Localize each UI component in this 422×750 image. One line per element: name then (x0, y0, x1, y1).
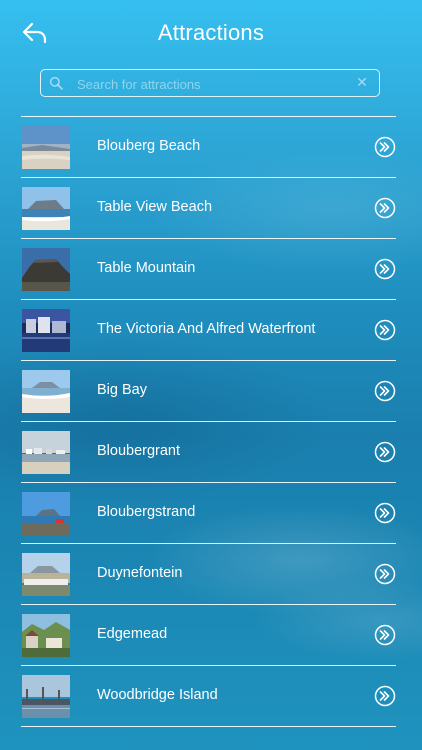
chevron-right-circle-icon[interactable] (374, 624, 396, 646)
island-photo-thumbnail (22, 675, 70, 718)
list-item[interactable]: Woodbridge Island (21, 666, 396, 727)
chevron-right-circle-icon[interactable] (374, 441, 396, 463)
chevron-right-circle-icon[interactable] (374, 319, 396, 341)
search-bar[interactable]: ✕ (40, 69, 380, 97)
beach-photo-thumbnail (22, 126, 70, 169)
attractions-list: Blouberg Beach Table View Beach Table Mo… (21, 116, 396, 727)
list-item[interactable]: The Victoria And Alfred Waterfront (21, 300, 396, 361)
bay-photo-thumbnail (22, 370, 70, 413)
chevron-right-circle-icon[interactable] (374, 258, 396, 280)
chevron-right-circle-icon[interactable] (374, 380, 396, 402)
beach-mountain-photo-thumbnail (22, 187, 70, 230)
chevron-right-circle-icon[interactable] (374, 502, 396, 524)
coast-town-photo-thumbnail (22, 431, 70, 474)
list-item[interactable]: Table View Beach (21, 178, 396, 239)
list-item[interactable]: Edgemead (21, 605, 396, 666)
mountain-photo-thumbnail (22, 248, 70, 291)
list-item[interactable]: Big Bay (21, 361, 396, 422)
list-item-label: Bloubergrant (97, 443, 181, 459)
nav-bar: Attractions (0, 0, 422, 66)
list-item[interactable]: Table Mountain (21, 239, 396, 300)
list-item[interactable]: Bloubergstrand (21, 483, 396, 544)
list-item-label: Edgemead (97, 626, 168, 642)
list-item-label: The Victoria And Alfred Waterfront (97, 321, 316, 337)
list-item[interactable]: Blouberg Beach (21, 117, 396, 178)
chevron-right-circle-icon[interactable] (374, 136, 396, 158)
waterfront-photo-thumbnail (22, 309, 70, 352)
suburb-photo-thumbnail (22, 614, 70, 657)
list-item-label: Blouberg Beach (97, 138, 201, 154)
list-item-label: Bloubergstrand (97, 504, 196, 520)
list-item-label: Duynefontein (97, 565, 183, 581)
search-icon (49, 76, 63, 90)
close-icon[interactable]: ✕ (355, 75, 369, 89)
list-item-label: Table View Beach (97, 199, 213, 215)
coast-photo-thumbnail (22, 492, 70, 535)
list-item-label: Big Bay (97, 382, 147, 398)
chevron-right-circle-icon[interactable] (374, 197, 396, 219)
list-item[interactable]: Duynefontein (21, 544, 396, 605)
list-item-label: Woodbridge Island (97, 687, 218, 703)
list-item[interactable]: Bloubergrant (21, 422, 396, 483)
chevron-right-circle-icon[interactable] (374, 563, 396, 585)
list-item-label: Table Mountain (97, 260, 196, 276)
search-input[interactable] (75, 72, 349, 96)
chevron-right-circle-icon[interactable] (374, 685, 396, 707)
page-title: Attractions (157, 20, 265, 45)
dune-town-photo-thumbnail (22, 553, 70, 596)
